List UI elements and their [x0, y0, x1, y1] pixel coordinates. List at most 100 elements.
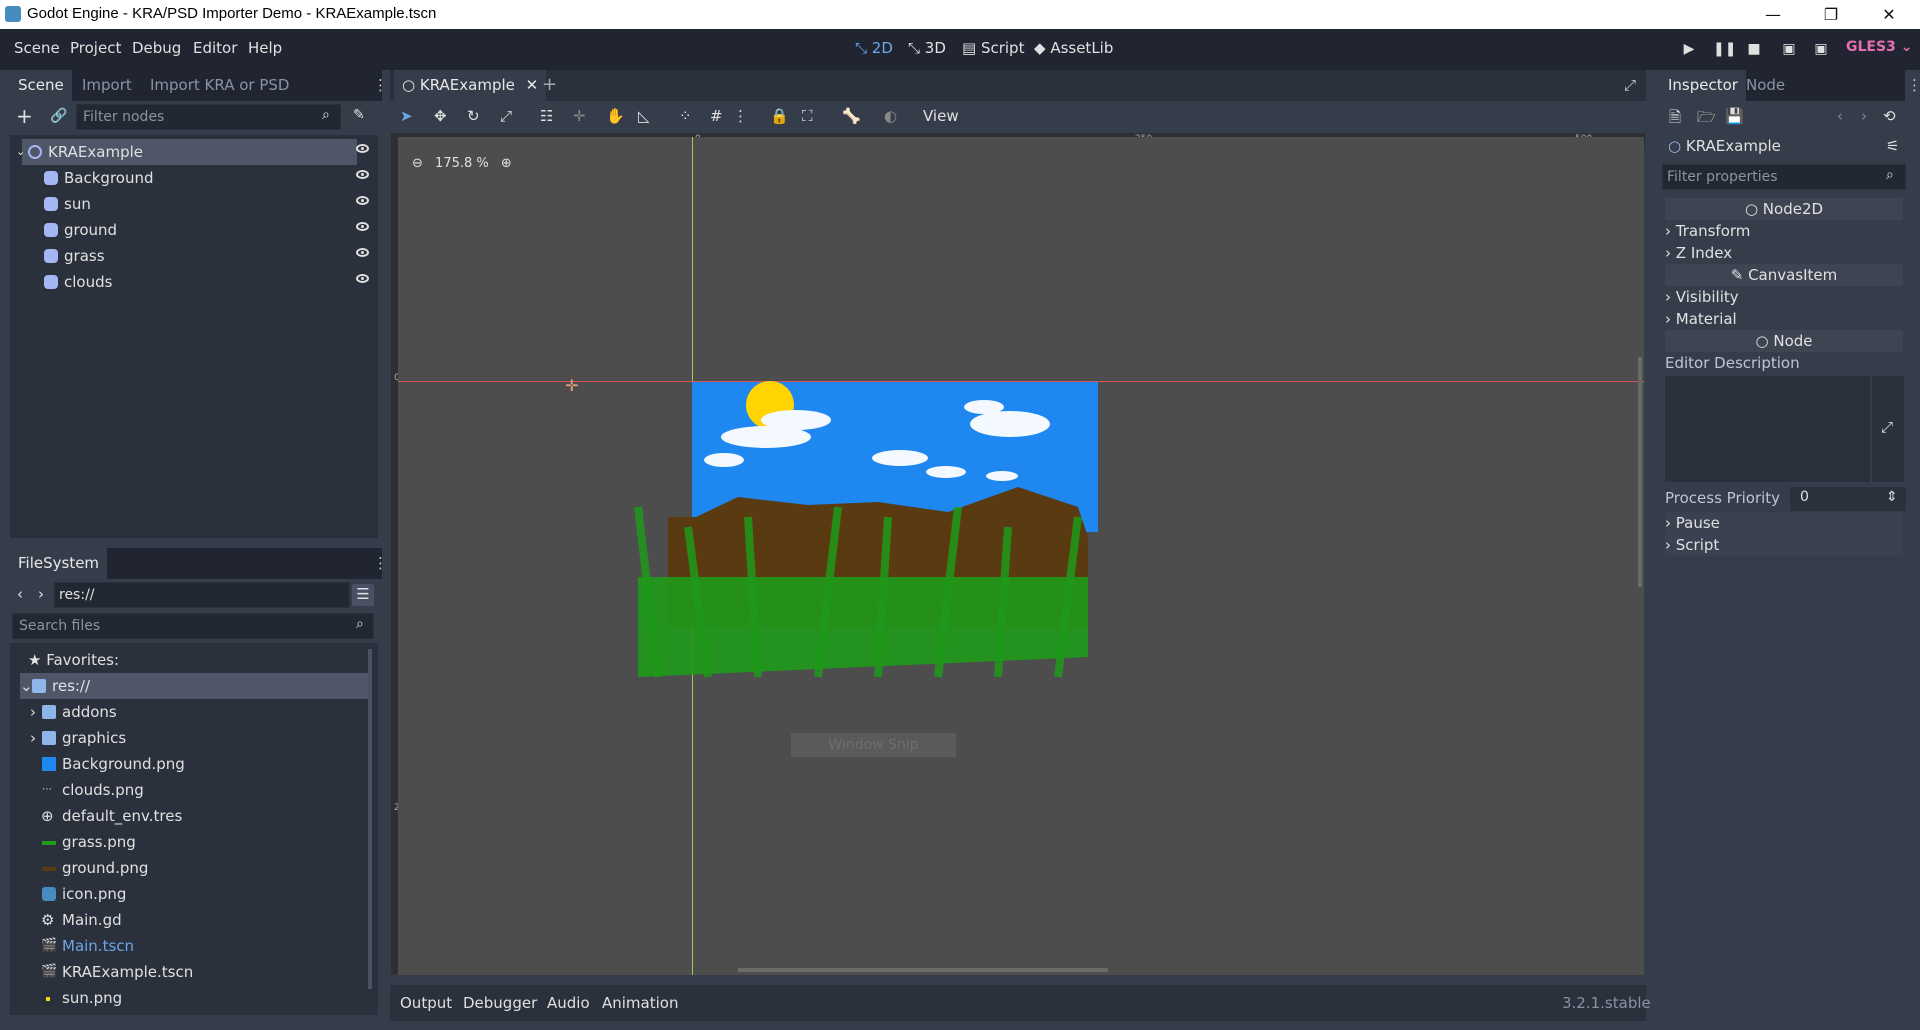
tab-import-kra-psd[interactable]: Import KRA or PSD: [142, 70, 297, 101]
play-icon[interactable]: ▶: [1680, 40, 1698, 58]
instance-scene-icon[interactable]: 🔗: [50, 108, 67, 124]
pivot-icon[interactable]: ✛: [573, 107, 586, 125]
skeleton-icon[interactable]: 🦴: [842, 107, 861, 125]
object-history-icon[interactable]: ⟲: [1883, 107, 1896, 125]
menu-debug[interactable]: Debug: [132, 39, 181, 57]
tree-item-clouds[interactable]: clouds: [40, 269, 330, 295]
tree-item-background[interactable]: Background: [40, 165, 330, 191]
tab-inspector[interactable]: Inspector: [1660, 70, 1746, 101]
visibility-eye-icon[interactable]: [356, 196, 369, 205]
forward-arrow-icon[interactable]: ›: [38, 585, 44, 603]
visibility-eye-icon[interactable]: [356, 248, 369, 257]
tab-import[interactable]: Import: [74, 70, 140, 101]
maximize-button[interactable]: ❐: [1802, 0, 1860, 29]
filter-nodes-input[interactable]: Filter nodes: [76, 104, 341, 130]
fs-item-icon-png[interactable]: icon.png: [30, 881, 330, 907]
fs-item-background-png[interactable]: Background.png: [30, 751, 330, 777]
new-tab-icon[interactable]: +: [542, 74, 557, 95]
workspace-assetlib[interactable]: ◆ AssetLib: [1034, 39, 1113, 57]
tab-scene[interactable]: Scene: [10, 70, 72, 101]
play-scene-icon[interactable]: ▣: [1780, 40, 1798, 58]
new-resource-icon[interactable]: 🗎: [1669, 107, 1681, 132]
fs-item-main-tscn[interactable]: 🎬 Main.tscn: [30, 933, 330, 959]
tab-output[interactable]: Output: [400, 985, 452, 1021]
dock-menu-icon[interactable]: ⋮: [1907, 76, 1920, 94]
fs-item-ground-png[interactable]: ground.png: [30, 855, 330, 881]
tree-item-grass[interactable]: grass: [40, 243, 330, 269]
inspected-object[interactable]: ○ KRAExample: [1668, 137, 1781, 155]
split-mode-icon[interactable]: ☰: [352, 584, 374, 606]
group-icon[interactable]: ⛶: [802, 107, 813, 125]
save-resource-icon[interactable]: 💾: [1725, 107, 1744, 125]
fs-item-clouds-png[interactable]: ⋯ clouds.png: [30, 777, 330, 803]
scrollbar[interactable]: [368, 649, 372, 989]
lock-icon[interactable]: 🔒: [770, 107, 789, 125]
fs-item-kraexample-tscn[interactable]: 🎬 KRAExample.tscn: [30, 959, 330, 985]
stop-icon[interactable]: ■: [1745, 40, 1763, 58]
list-select-icon[interactable]: ☷: [540, 107, 553, 125]
visibility-eye-icon[interactable]: [356, 222, 369, 231]
menu-help[interactable]: Help: [248, 39, 282, 57]
dock-menu-icon[interactable]: ⋮: [373, 76, 388, 94]
camera-override-icon[interactable]: ◐: [884, 107, 897, 125]
history-back-icon[interactable]: ‹: [1837, 107, 1843, 125]
visibility-eye-icon[interactable]: [356, 170, 369, 179]
tab-animation[interactable]: Animation: [602, 985, 678, 1021]
rotate-mode-icon[interactable]: ↻: [467, 107, 480, 125]
menu-project[interactable]: Project: [70, 39, 121, 57]
close-tab-icon[interactable]: ✕: [526, 76, 539, 94]
minimize-button[interactable]: —: [1744, 0, 1802, 29]
favorites-item[interactable]: ★ Favorites:: [28, 647, 119, 673]
group-material[interactable]: › Material: [1665, 308, 1903, 330]
fs-item-main-gd[interactable]: ⚙ Main.gd: [30, 907, 330, 933]
history-forward-icon[interactable]: ›: [1861, 107, 1867, 125]
editor-description-field[interactable]: [1665, 376, 1870, 482]
expand-editor-icon[interactable]: ⤢: [1881, 418, 1893, 436]
menu-scene[interactable]: Scene: [14, 39, 60, 57]
search-files-input[interactable]: Search files: [12, 613, 374, 639]
snap-options-icon[interactable]: ⋮: [733, 107, 748, 125]
back-arrow-icon[interactable]: ‹: [17, 585, 23, 603]
distraction-free-icon[interactable]: ⤢: [1624, 76, 1636, 94]
canvas-viewport[interactable]: ⊖ 175.8 % ⊕ ✛ Window Snip: [398, 137, 1644, 975]
tree-item-ground[interactable]: ground: [40, 217, 330, 243]
tree-item-kraexample[interactable]: ⌄ KRAExample: [16, 139, 357, 165]
renderer-select[interactable]: GLES3 ⌄: [1846, 39, 1912, 55]
workspace-2d[interactable]: ⤡ 2D: [855, 39, 893, 57]
view-menu[interactable]: View: [923, 107, 959, 125]
workspace-3d[interactable]: ⤡ 3D: [908, 39, 946, 57]
zoom-out-icon[interactable]: ⊖: [412, 156, 423, 171]
expand-arrow-icon[interactable]: ⌄: [16, 139, 25, 165]
visibility-eye-icon[interactable]: [356, 144, 369, 153]
tab-filesystem[interactable]: FileSystem: [10, 548, 108, 579]
object-properties-icon[interactable]: ⚟: [1886, 137, 1899, 155]
grid-snap-icon[interactable]: #: [710, 107, 723, 125]
workspace-script[interactable]: ▤ Script: [962, 39, 1024, 57]
horizontal-scrollbar[interactable]: [738, 968, 1108, 972]
visibility-eye-icon[interactable]: [356, 274, 369, 283]
group-script[interactable]: › Script: [1665, 534, 1903, 556]
smart-snap-icon[interactable]: ⁘: [679, 107, 692, 125]
vertical-scrollbar[interactable]: [1638, 357, 1642, 587]
fs-item-res[interactable]: ⌄ res://: [20, 673, 370, 699]
pan-mode-icon[interactable]: ✋: [606, 107, 625, 125]
tab-kraexample[interactable]: ○ KRAExample ✕: [394, 70, 547, 101]
path-field[interactable]: res://: [54, 582, 350, 608]
menu-editor[interactable]: Editor: [193, 39, 237, 57]
scale-mode-icon[interactable]: ⤢: [500, 107, 512, 125]
pause-icon[interactable]: ❚❚: [1713, 40, 1736, 58]
tab-node[interactable]: Node: [1738, 70, 1793, 101]
group-zindex[interactable]: › Z Index: [1665, 242, 1903, 264]
group-transform[interactable]: › Transform: [1665, 220, 1903, 242]
tab-audio[interactable]: Audio: [547, 985, 590, 1021]
ruler-mode-icon[interactable]: ◺: [638, 107, 650, 125]
close-button[interactable]: ✕: [1860, 0, 1918, 29]
add-node-icon[interactable]: +: [16, 104, 33, 128]
tree-item-sun[interactable]: sun: [40, 191, 330, 217]
select-mode-icon[interactable]: ➤: [400, 107, 413, 125]
play-custom-scene-icon[interactable]: ▣: [1812, 40, 1830, 58]
process-priority-field[interactable]: 0 ⇕: [1790, 487, 1906, 511]
tab-debugger[interactable]: Debugger: [463, 985, 537, 1021]
zoom-in-icon[interactable]: ⊕: [501, 156, 512, 171]
move-mode-icon[interactable]: ✥: [434, 107, 447, 125]
